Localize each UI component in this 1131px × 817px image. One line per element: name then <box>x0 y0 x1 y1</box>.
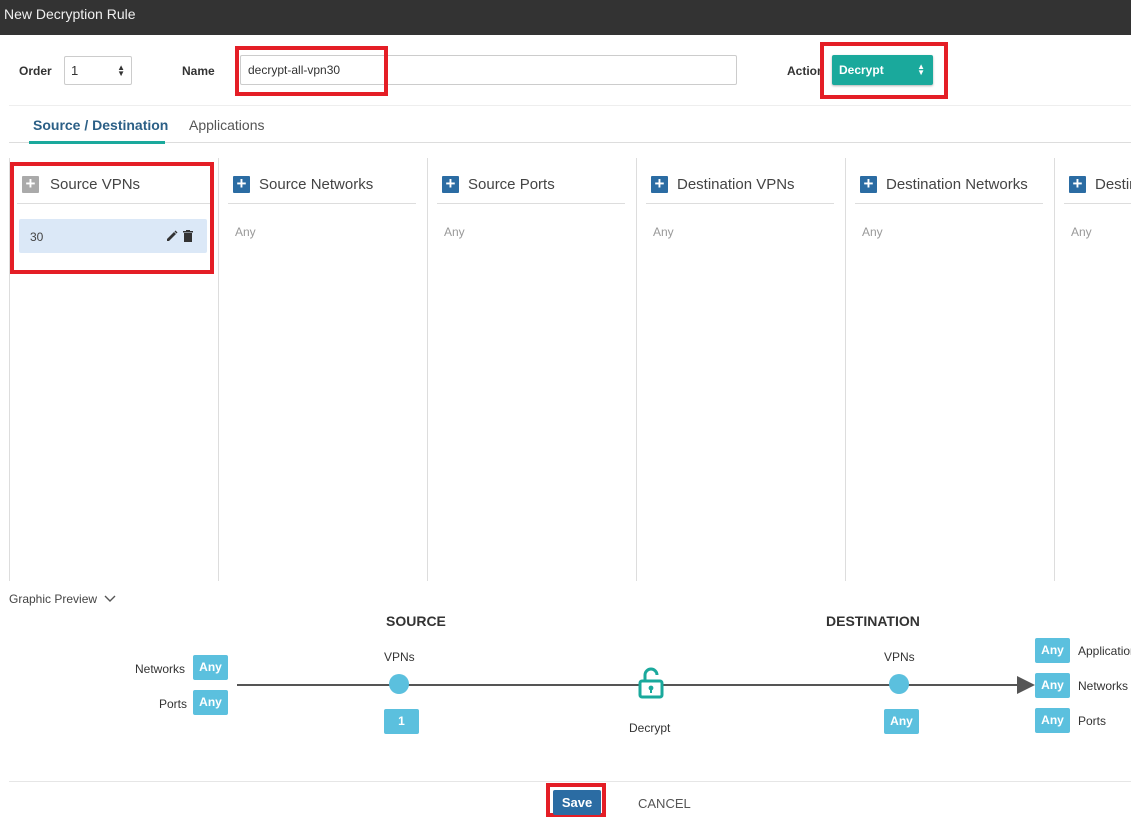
column-header: + Source Networks <box>228 158 416 204</box>
tab-source-destination[interactable]: Source / Destination <box>33 117 168 133</box>
save-button[interactable]: Save <box>553 790 601 815</box>
column-title-source-ports: Source Ports <box>468 176 555 193</box>
graphic-preview-label: Graphic Preview <box>9 592 98 606</box>
dst-networks-badge: Any <box>1035 673 1070 698</box>
flow-arrow-icon <box>1017 676 1035 694</box>
add-source-network-icon[interactable]: + <box>233 175 250 193</box>
column-destination-vpns: + Destination VPNs Any <box>636 158 845 581</box>
destination-heading: DESTINATION <box>826 613 920 629</box>
column-source-ports: + Source Ports Any <box>427 158 636 581</box>
highlight-name <box>235 46 388 96</box>
src-vpns-badge: 1 <box>384 709 419 734</box>
src-ports-badge: Any <box>193 690 228 715</box>
add-source-vpn-icon[interactable]: + <box>22 175 39 193</box>
graphic-preview-toggle[interactable]: Graphic Preview <box>9 592 116 606</box>
order-value: 1 <box>71 63 79 78</box>
source-vpn-value: 30 <box>30 230 44 244</box>
action-label: Action <box>787 64 825 78</box>
column-title-destination-vpns: Destination VPNs <box>677 176 795 193</box>
source-heading: SOURCE <box>386 613 446 629</box>
source-ports-any: Any <box>444 225 465 239</box>
name-label: Name <box>182 64 215 78</box>
column-header: + Source Ports <box>437 158 625 204</box>
dst-vpns-badge: Any <box>884 709 919 734</box>
unlock-icon <box>638 667 664 699</box>
column-title-destination-networks: Destination Networks <box>886 176 1028 193</box>
dialog-title: New Decryption Rule <box>0 0 1131 35</box>
dst-applications-label: Applications <box>1078 644 1131 658</box>
chevron-down-icon <box>104 595 116 602</box>
updown-arrows-icon: ▲ ▼ <box>117 63 125 78</box>
source-vpn-item[interactable]: 30 <box>19 219 207 253</box>
destination-networks-any: Any <box>862 225 883 239</box>
src-vpns-label: VPNs <box>384 650 415 664</box>
src-networks-badge: Any <box>193 655 228 680</box>
cancel-button[interactable]: CANCEL <box>638 796 691 811</box>
trash-icon[interactable] <box>183 230 193 242</box>
dst-ports-label: Ports <box>1078 714 1107 728</box>
src-vpns-node <box>389 674 409 694</box>
column-header: + Destination Ports <box>1064 158 1131 204</box>
src-networks-label: Networks <box>135 662 186 676</box>
action-preview-label: Decrypt <box>629 721 671 735</box>
destination-ports-any: Any <box>1071 225 1092 239</box>
add-destination-vpn-icon[interactable]: + <box>651 175 668 193</box>
add-destination-port-icon[interactable]: + <box>1069 175 1086 193</box>
order-label: Order <box>19 64 52 78</box>
active-tab-indicator <box>29 141 165 144</box>
add-source-port-icon[interactable]: + <box>442 175 459 193</box>
dst-networks-label: Networks <box>1078 679 1129 693</box>
column-header: + Destination VPNs <box>646 158 834 204</box>
add-destination-network-icon[interactable]: + <box>860 175 877 193</box>
column-header: + Destination Networks <box>855 158 1043 204</box>
destination-vpns-any: Any <box>653 225 674 239</box>
dst-vpns-label: VPNs <box>884 650 915 664</box>
column-title-source-networks: Source Networks <box>259 176 374 193</box>
dst-applications-badge: Any <box>1035 638 1070 663</box>
src-ports-label: Ports <box>159 697 188 711</box>
source-networks-any: Any <box>235 225 256 239</box>
column-destination-networks: + Destination Networks Any <box>845 158 1054 581</box>
tab-bar: Source / Destination Applications <box>9 105 1131 144</box>
pencil-icon[interactable] <box>166 230 178 242</box>
column-destination-ports: + Destination Ports Any <box>1054 158 1131 581</box>
column-title-source-vpns: Source VPNs <box>50 176 141 193</box>
tab-applications[interactable]: Applications <box>189 117 265 133</box>
order-select[interactable]: 1 ▲ ▼ <box>64 56 132 85</box>
highlight-action <box>820 42 948 99</box>
column-source-networks: + Source Networks Any <box>218 158 427 581</box>
column-header: + Source VPNs <box>17 158 210 204</box>
column-title-destination-ports: Destination Ports <box>1095 176 1131 193</box>
dst-vpns-node <box>889 674 909 694</box>
dst-ports-badge: Any <box>1035 708 1070 733</box>
